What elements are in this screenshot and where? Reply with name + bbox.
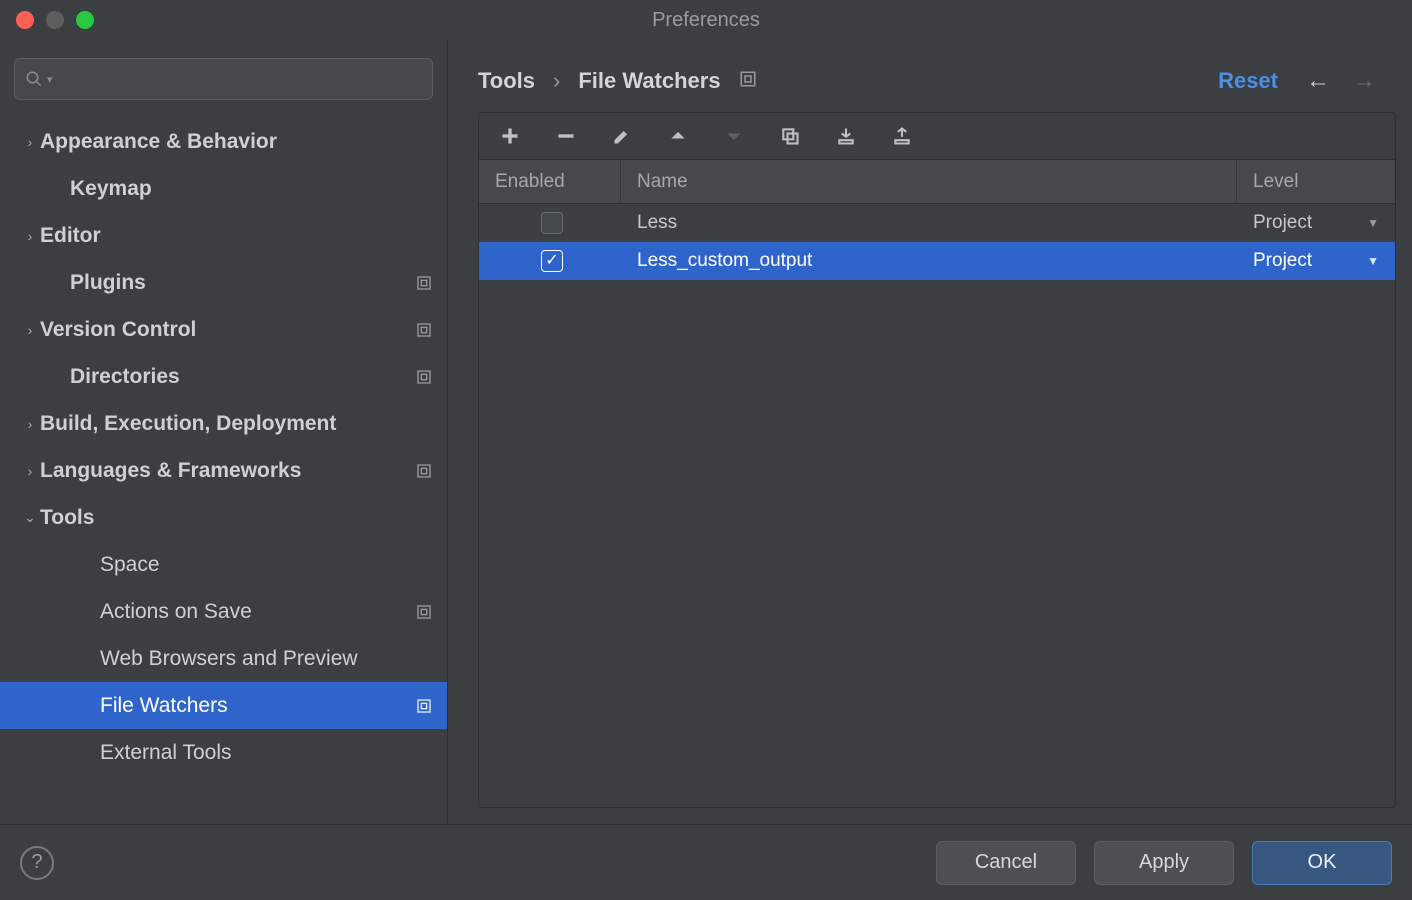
minimize-window-button[interactable] xyxy=(46,11,64,29)
sidebar-item[interactable]: Actions on Save xyxy=(0,588,447,635)
move-down-button xyxy=(721,123,747,149)
sidebar-item[interactable]: Directories xyxy=(0,353,447,400)
chevron-right-icon: › xyxy=(20,322,40,338)
search-input[interactable] xyxy=(57,69,422,90)
sidebar: ▾ ›Appearance & BehaviorKeymap›EditorPlu… xyxy=(0,40,448,824)
search-icon xyxy=(25,70,43,88)
sidebar-item-label: Space xyxy=(100,553,413,577)
sidebar-item[interactable]: ⌄Tools xyxy=(0,494,447,541)
footer-buttons: Cancel Apply OK xyxy=(936,841,1392,885)
chevron-right-icon: › xyxy=(20,463,40,479)
help-button[interactable]: ? xyxy=(20,846,54,880)
add-button[interactable] xyxy=(497,123,523,149)
breadcrumb-segment[interactable]: Tools xyxy=(478,68,535,94)
sidebar-item[interactable]: ›Appearance & Behavior xyxy=(0,118,447,165)
window-title: Preferences xyxy=(0,9,1412,32)
zoom-window-button[interactable] xyxy=(76,11,94,29)
sidebar-item-label: File Watchers xyxy=(100,694,413,718)
sidebar-item-label: External Tools xyxy=(100,741,413,765)
sidebar-item-label: Directories xyxy=(70,365,413,389)
window-controls xyxy=(0,11,94,29)
sidebar-item[interactable]: File Watchers xyxy=(0,682,447,729)
table-row[interactable]: Less Project ▼ xyxy=(479,204,1395,242)
table-header: Enabled Name Level xyxy=(479,160,1395,204)
titlebar: Preferences xyxy=(0,0,1412,40)
sidebar-item-label: Plugins xyxy=(70,271,413,295)
content: ▾ ›Appearance & BehaviorKeymap›EditorPlu… xyxy=(0,40,1412,824)
enabled-checkbox[interactable] xyxy=(541,212,563,234)
ok-button[interactable]: OK xyxy=(1252,841,1392,885)
remove-button[interactable] xyxy=(553,123,579,149)
chevron-right-icon: › xyxy=(20,134,40,150)
breadcrumb-segment: File Watchers xyxy=(578,68,720,94)
table-row[interactable]: Less_custom_output Project ▼ xyxy=(479,242,1395,280)
file-watchers-panel: Enabled Name Level LessProject▼Less_cust… xyxy=(478,112,1396,808)
search-input-wrapper[interactable]: ▾ xyxy=(14,58,433,100)
column-enabled[interactable]: Enabled xyxy=(479,160,621,203)
project-scope-icon xyxy=(413,322,435,338)
sidebar-item[interactable]: Space xyxy=(0,541,447,588)
nav-arrows: ← → xyxy=(1306,67,1376,95)
project-scope-icon xyxy=(413,604,435,620)
sidebar-item[interactable]: Keymap xyxy=(0,165,447,212)
reset-link[interactable]: Reset xyxy=(1218,68,1278,94)
watcher-name: Less xyxy=(621,204,1237,242)
sidebar-item-label: Actions on Save xyxy=(100,600,413,624)
sidebar-item-label: Version Control xyxy=(40,318,413,342)
sidebar-item[interactable]: Web Browsers and Preview xyxy=(0,635,447,682)
chevron-down-icon: ▼ xyxy=(1367,216,1379,230)
sidebar-item-label: Keymap xyxy=(70,177,413,201)
search-history-chevron-icon[interactable]: ▾ xyxy=(47,73,53,86)
level-value: Project xyxy=(1253,212,1312,234)
settings-tree: ›Appearance & BehaviorKeymap›EditorPlugi… xyxy=(0,110,447,824)
project-scope-icon xyxy=(413,369,435,385)
export-button[interactable] xyxy=(889,123,915,149)
close-window-button[interactable] xyxy=(16,11,34,29)
chevron-right-icon: › xyxy=(20,228,40,244)
forward-button: → xyxy=(1352,67,1376,95)
sidebar-item-label: Tools xyxy=(40,506,413,530)
chevron-down-icon: ▼ xyxy=(1367,254,1379,268)
main-pane: Tools › File Watchers Reset ← → xyxy=(448,40,1412,824)
back-button[interactable]: ← xyxy=(1306,67,1330,95)
toolbar xyxy=(479,113,1395,160)
table-body: Less Project ▼ Less_custom_output Project ▼ xyxy=(479,204,1395,807)
level-value: Project xyxy=(1253,250,1312,272)
column-name[interactable]: Name xyxy=(621,160,1237,203)
sidebar-item[interactable]: Plugins xyxy=(0,259,447,306)
sidebar-item[interactable]: ›Version Control xyxy=(0,306,447,353)
sidebar-item[interactable]: External Tools xyxy=(0,729,447,776)
sidebar-item[interactable]: ›Editor xyxy=(0,212,447,259)
chevron-down-icon: ⌄ xyxy=(20,509,40,526)
level-dropdown[interactable]: Project ▼ xyxy=(1237,242,1395,280)
sidebar-item-label: Web Browsers and Preview xyxy=(100,647,413,671)
edit-button[interactable] xyxy=(609,123,635,149)
sidebar-item-label: Build, Execution, Deployment xyxy=(40,412,413,436)
level-dropdown[interactable]: Project ▼ xyxy=(1237,204,1395,242)
sidebar-item-label: Appearance & Behavior xyxy=(40,130,413,154)
footer: ? Cancel Apply OK xyxy=(0,824,1412,900)
sidebar-item[interactable]: ›Languages & Frameworks xyxy=(0,447,447,494)
project-scope-icon xyxy=(413,698,435,714)
copy-button[interactable] xyxy=(777,123,803,149)
chevron-right-icon: › xyxy=(20,416,40,432)
project-scope-icon xyxy=(413,275,435,291)
chevron-right-icon: › xyxy=(553,68,560,94)
watcher-name: Less_custom_output xyxy=(621,242,1237,280)
sidebar-item-label: Editor xyxy=(40,224,413,248)
main-header: Tools › File Watchers Reset ← → xyxy=(448,50,1412,112)
sidebar-item-label: Languages & Frameworks xyxy=(40,459,413,483)
enabled-checkbox[interactable] xyxy=(541,250,563,272)
sidebar-item[interactable]: ›Build, Execution, Deployment xyxy=(0,400,447,447)
cancel-button[interactable]: Cancel xyxy=(936,841,1076,885)
move-up-button[interactable] xyxy=(665,123,691,149)
project-scope-icon xyxy=(739,68,757,94)
breadcrumb: Tools › File Watchers xyxy=(478,68,757,94)
project-scope-icon xyxy=(413,463,435,479)
import-button[interactable] xyxy=(833,123,859,149)
column-level[interactable]: Level xyxy=(1237,160,1395,203)
header-actions: Reset ← → xyxy=(1218,67,1376,95)
apply-button[interactable]: Apply xyxy=(1094,841,1234,885)
